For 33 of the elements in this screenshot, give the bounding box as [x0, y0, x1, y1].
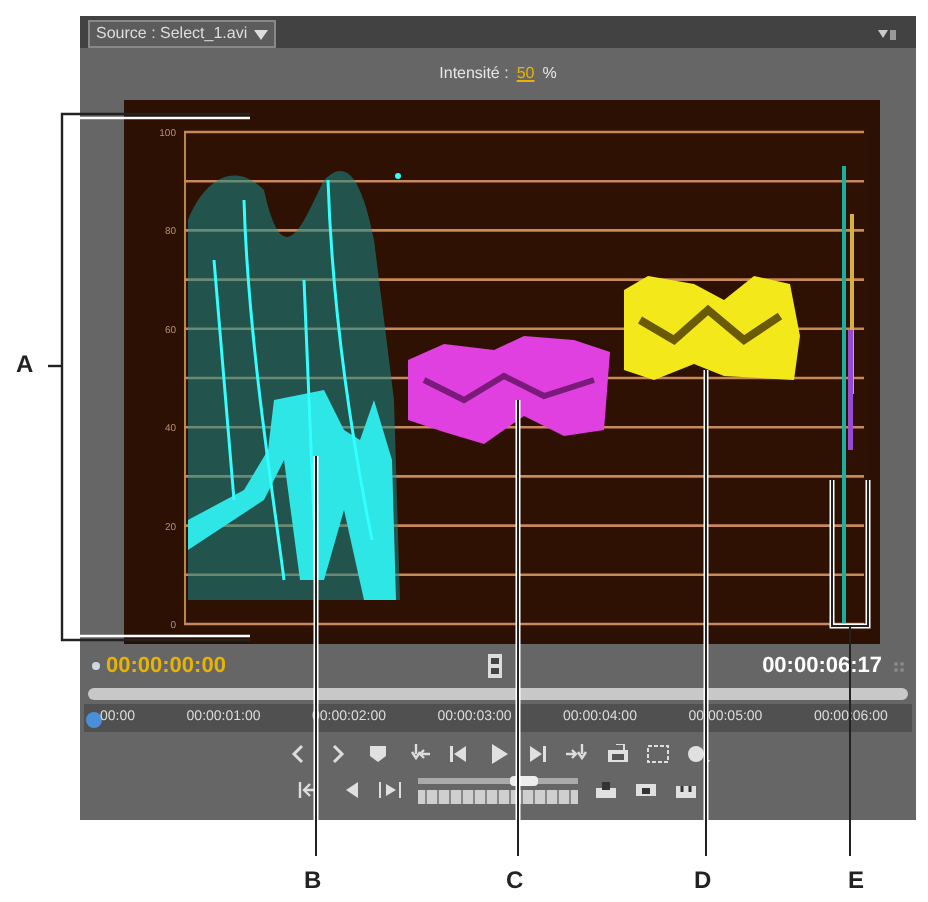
insert-icon[interactable]	[594, 780, 618, 800]
output-dropdown-icon[interactable]	[686, 744, 710, 764]
zoom-scrollbar[interactable]	[88, 688, 908, 700]
marker-icon[interactable]	[366, 744, 390, 764]
step-back-icon[interactable]	[446, 744, 470, 764]
dropdown-caret-icon[interactable]	[253, 29, 268, 39]
safe-margins-icon[interactable]	[646, 744, 670, 764]
jog-shuttle-control[interactable]	[418, 776, 578, 804]
current-timecode[interactable]: 00:00:00:00	[106, 649, 226, 683]
intensity-value[interactable]: 50	[516, 62, 535, 86]
overlay-icon[interactable]	[634, 780, 658, 800]
play-in-to-out-icon[interactable]	[378, 780, 402, 800]
intensity-unit: %	[542, 62, 557, 86]
lift-icon[interactable]	[674, 780, 698, 800]
play-icon[interactable]	[486, 744, 510, 764]
arrow-right-to-down-icon[interactable]	[566, 744, 590, 764]
playhead-icon[interactable]	[86, 710, 102, 728]
panel-menu-icon[interactable]	[878, 30, 896, 40]
marker-dot-icon	[92, 662, 100, 670]
callout-label: A	[16, 352, 34, 376]
export-frame-icon[interactable]	[606, 744, 630, 764]
callout-label: C	[506, 868, 524, 892]
callout-label: E	[848, 868, 865, 892]
panel-tab-title[interactable]: Source : Select_1.avi	[96, 26, 248, 42]
panel-tab[interactable]: Source : Select_1.avi	[88, 20, 276, 48]
grip-icon	[894, 661, 904, 671]
callout-label: D	[694, 868, 712, 892]
film-frame-icon[interactable]	[487, 654, 501, 678]
step-forward-icon[interactable]	[526, 744, 550, 764]
arrow-down-to-left-icon[interactable]	[406, 744, 430, 764]
duration-timecode: 00:00:06:17	[762, 651, 882, 682]
callout-label: B	[304, 868, 322, 892]
intensity-label: Intensité :	[439, 62, 509, 86]
